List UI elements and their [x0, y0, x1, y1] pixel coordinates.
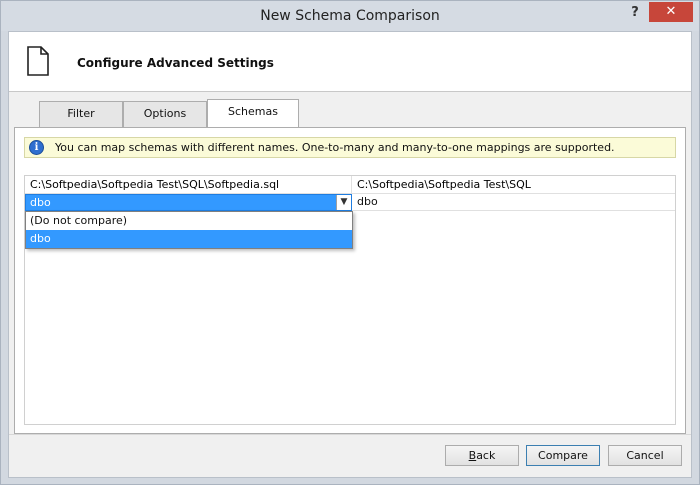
header-panel: Configure Advanced Settings [9, 32, 691, 92]
schema-mapping-grid: C:\Softpedia\Softpedia Test\SQL\Softpedi… [24, 175, 676, 425]
combo-selected-value: dbo [30, 196, 51, 209]
info-banner: i You can map schemas with different nam… [24, 137, 676, 158]
dropdown-option-dbo[interactable]: dbo [26, 230, 352, 248]
info-text: You can map schemas with different names… [55, 141, 615, 154]
page-title: Configure Advanced Settings [77, 56, 274, 70]
compare-button[interactable]: Compare [526, 445, 600, 466]
back-button[interactable]: Back [445, 445, 519, 466]
back-button-label: ack [476, 449, 496, 462]
schemas-tab-panel: i You can map schemas with different nam… [14, 127, 686, 434]
tab-filter[interactable]: Filter [39, 101, 123, 127]
dropdown-option-do-not-compare[interactable]: (Do not compare) [26, 212, 352, 230]
source-schema-combo[interactable]: dbo ▼ [25, 194, 352, 211]
info-icon: i [29, 140, 44, 155]
close-icon: ✕ [665, 4, 677, 19]
tab-schemas[interactable]: Schemas [207, 99, 299, 128]
title-bar[interactable]: New Schema Comparison ? ✕ [1, 1, 699, 31]
schema-comparison-dialog: New Schema Comparison ? ✕ Configure Adva… [0, 0, 700, 485]
window-title: New Schema Comparison [260, 8, 440, 24]
schema-dropdown-list: (Do not compare) dbo [25, 211, 353, 249]
target-column-header: C:\Softpedia\Softpedia Test\SQL [352, 176, 675, 194]
source-column-header: C:\Softpedia\Softpedia Test\SQL\Softpedi… [25, 176, 352, 194]
tab-options[interactable]: Options [123, 101, 207, 127]
footer-divider [9, 434, 691, 435]
dialog-body: Configure Advanced Settings Filter Optio… [8, 31, 692, 478]
help-button[interactable]: ? [627, 5, 643, 23]
cancel-button[interactable]: Cancel [608, 445, 682, 466]
document-icon [27, 46, 49, 76]
chevron-down-icon[interactable]: ▼ [336, 195, 351, 210]
close-button[interactable]: ✕ [649, 2, 693, 22]
target-schema-cell[interactable]: dbo [352, 194, 675, 211]
